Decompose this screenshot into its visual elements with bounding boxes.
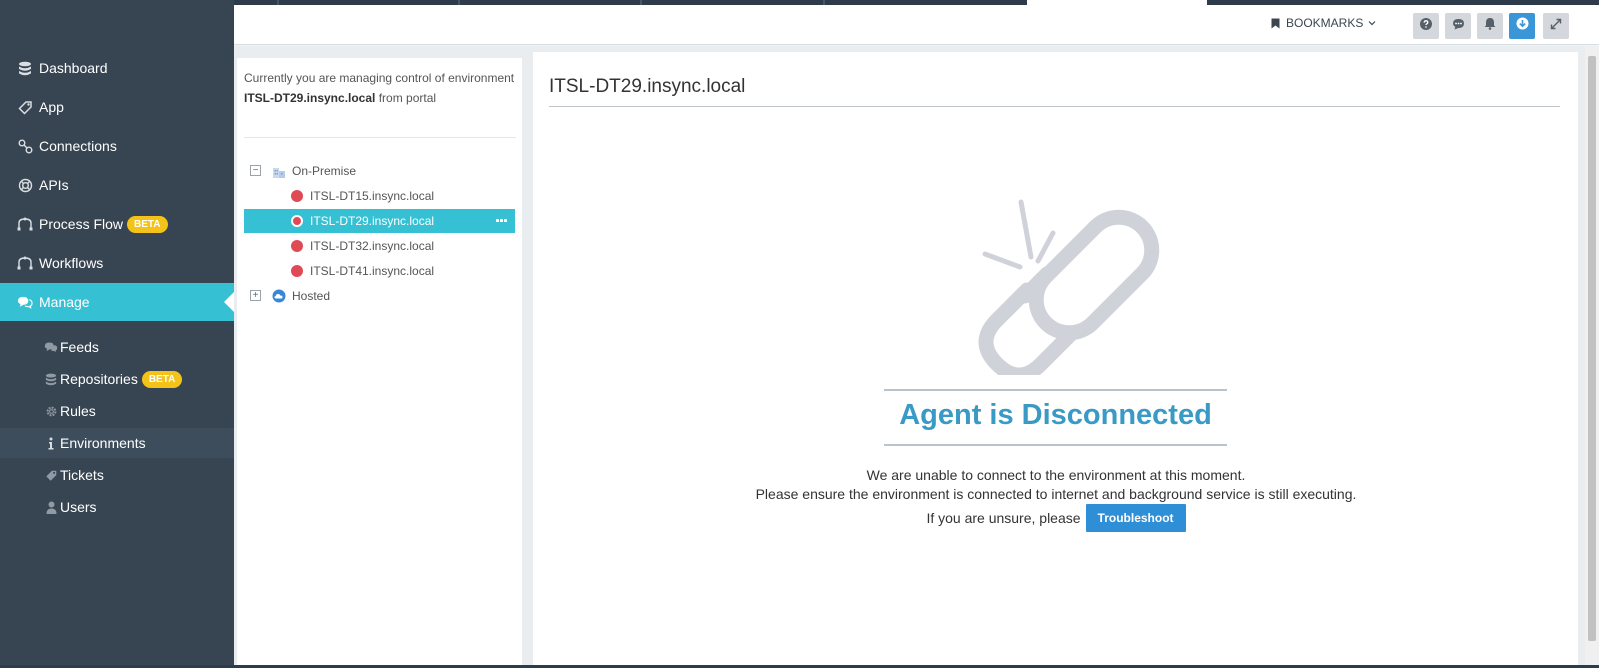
- help-icon: [1420, 17, 1432, 35]
- nav-item-process-flow[interactable]: Process Flow BETA: [0, 205, 234, 243]
- nav-item-apis[interactable]: APIs: [0, 166, 234, 204]
- nav-label: Dashboard: [39, 60, 108, 76]
- nav-item-manage[interactable]: Manage: [0, 283, 234, 321]
- tree-group-label: On-Premise: [292, 164, 357, 178]
- chat-icon: [1452, 17, 1465, 35]
- flow-icon: [17, 255, 33, 271]
- managing-info-text: Currently you are managing control of en…: [244, 68, 519, 108]
- nav-label: APIs: [39, 177, 69, 193]
- intro-env-name: ITSL-DT29.insync.local: [244, 91, 376, 105]
- sub-item-tickets[interactable]: Tickets: [0, 460, 234, 490]
- sub-item-environments[interactable]: Environments: [0, 428, 234, 458]
- info-icon: [44, 436, 58, 450]
- environment-tree-panel: [237, 58, 522, 665]
- sub-label: Rules: [60, 403, 96, 419]
- broken-link-icon: [978, 199, 1160, 375]
- bookmark-icon: [1271, 18, 1280, 29]
- tag-icon: [44, 468, 58, 482]
- gear-icon: [44, 404, 58, 418]
- sub-label: Environments: [60, 435, 146, 451]
- page-title: ITSL-DT29.insync.local: [549, 76, 746, 97]
- nav-item-workflows[interactable]: Workflows: [0, 244, 234, 282]
- expand-icon: [1550, 17, 1562, 35]
- unsure-text: If you are unsure, please: [926, 510, 1081, 526]
- nav-item-app[interactable]: App: [0, 88, 234, 126]
- top-header: BOOKMARKS: [234, 5, 1599, 45]
- message-line-2: Please ensure the environment is connect…: [755, 486, 1357, 502]
- sub-label: Users: [60, 499, 97, 515]
- scrollbar-thumb[interactable]: [1588, 56, 1596, 641]
- divider: [244, 137, 516, 138]
- tree-group-label: Hosted: [292, 289, 331, 303]
- sub-label: Feeds: [60, 339, 99, 355]
- tree-item-label: ITSL-DT29.insync.local: [310, 214, 435, 228]
- database-icon: [17, 60, 33, 76]
- beta-badge: BETA: [141, 370, 183, 388]
- tree-item-label: ITSL-DT32.insync.local: [310, 239, 435, 253]
- bookmarks-label: BOOKMARKS: [1286, 16, 1364, 30]
- flow-icon: [17, 216, 33, 232]
- building-icon: [272, 165, 286, 178]
- nav-item-connections[interactable]: Connections: [0, 127, 234, 165]
- sidebar: Dashboard App Connections APIs Process F…: [0, 0, 234, 668]
- help-button[interactable]: [1413, 13, 1439, 39]
- tag-icon: [17, 99, 33, 115]
- beta-badge: BETA: [127, 215, 168, 233]
- tree-item-selected[interactable]: ITSL-DT29.insync.local: [244, 209, 515, 233]
- tree-item[interactable]: ITSL-DT15.insync.local: [291, 184, 434, 208]
- tree-group-hosted[interactable]: Hosted: [272, 284, 330, 308]
- user-icon: [44, 500, 58, 514]
- cloud-icon: [272, 289, 286, 303]
- sub-label: Repositories: [60, 371, 138, 387]
- tree-group-on-premise[interactable]: On-Premise: [272, 159, 356, 183]
- lifebuoy-icon: [17, 177, 33, 193]
- database-icon: [44, 372, 58, 386]
- collapse-toggle[interactable]: −: [250, 165, 261, 176]
- sub-item-rules[interactable]: Rules: [0, 396, 234, 426]
- status-dot: [291, 240, 303, 252]
- notifications-button[interactable]: [1477, 13, 1503, 39]
- sub-item-users[interactable]: Users: [0, 492, 234, 522]
- status-dot: [291, 215, 303, 227]
- status-dot: [291, 265, 303, 277]
- status-title: Agent is Disconnected: [899, 399, 1212, 431]
- download-button[interactable]: [1509, 13, 1535, 39]
- nav-label: Process Flow: [39, 216, 124, 232]
- tree-item-label: ITSL-DT41.insync.local: [310, 264, 435, 278]
- divider: [884, 444, 1227, 446]
- nav-label: Manage: [39, 294, 90, 310]
- bell-icon: [1484, 17, 1496, 35]
- nav-label: Connections: [39, 138, 117, 154]
- divider: [549, 106, 1560, 107]
- sub-item-feeds[interactable]: Feeds: [0, 332, 234, 362]
- chat-button[interactable]: [1445, 13, 1471, 39]
- sub-label: Tickets: [60, 467, 104, 483]
- tree-item-label: ITSL-DT15.insync.local: [310, 189, 435, 203]
- comments-icon: [17, 294, 33, 310]
- expand-toggle[interactable]: +: [250, 290, 261, 301]
- chevron-down-icon: [1368, 20, 1376, 26]
- scrollbar[interactable]: [1585, 46, 1599, 666]
- status-dot: [291, 190, 303, 202]
- nav-label: Workflows: [39, 255, 104, 271]
- divider: [884, 389, 1227, 391]
- download-icon: [1516, 17, 1529, 35]
- message-line-1: We are unable to connect to the environm…: [866, 467, 1246, 483]
- fullscreen-button[interactable]: [1543, 13, 1569, 39]
- link-icon: [17, 138, 33, 154]
- nav-label: App: [39, 99, 64, 115]
- comments-icon: [44, 340, 58, 354]
- intro-suffix: from portal: [378, 91, 437, 105]
- tree-item[interactable]: ITSL-DT32.insync.local: [291, 234, 434, 258]
- tree-item[interactable]: ITSL-DT41.insync.local: [291, 259, 434, 283]
- bookmarks-dropdown[interactable]: BOOKMARKS: [1271, 16, 1376, 30]
- troubleshoot-button[interactable]: Troubleshoot: [1085, 504, 1186, 532]
- sub-item-repositories[interactable]: Repositories BETA: [0, 364, 234, 394]
- troubleshoot-row: If you are unsure, please Troubleshoot: [700, 504, 1412, 532]
- intro-prefix: Currently you are managing control of en…: [244, 71, 515, 85]
- more-options-icon[interactable]: [496, 219, 507, 222]
- nav-item-dashboard[interactable]: Dashboard: [0, 49, 234, 87]
